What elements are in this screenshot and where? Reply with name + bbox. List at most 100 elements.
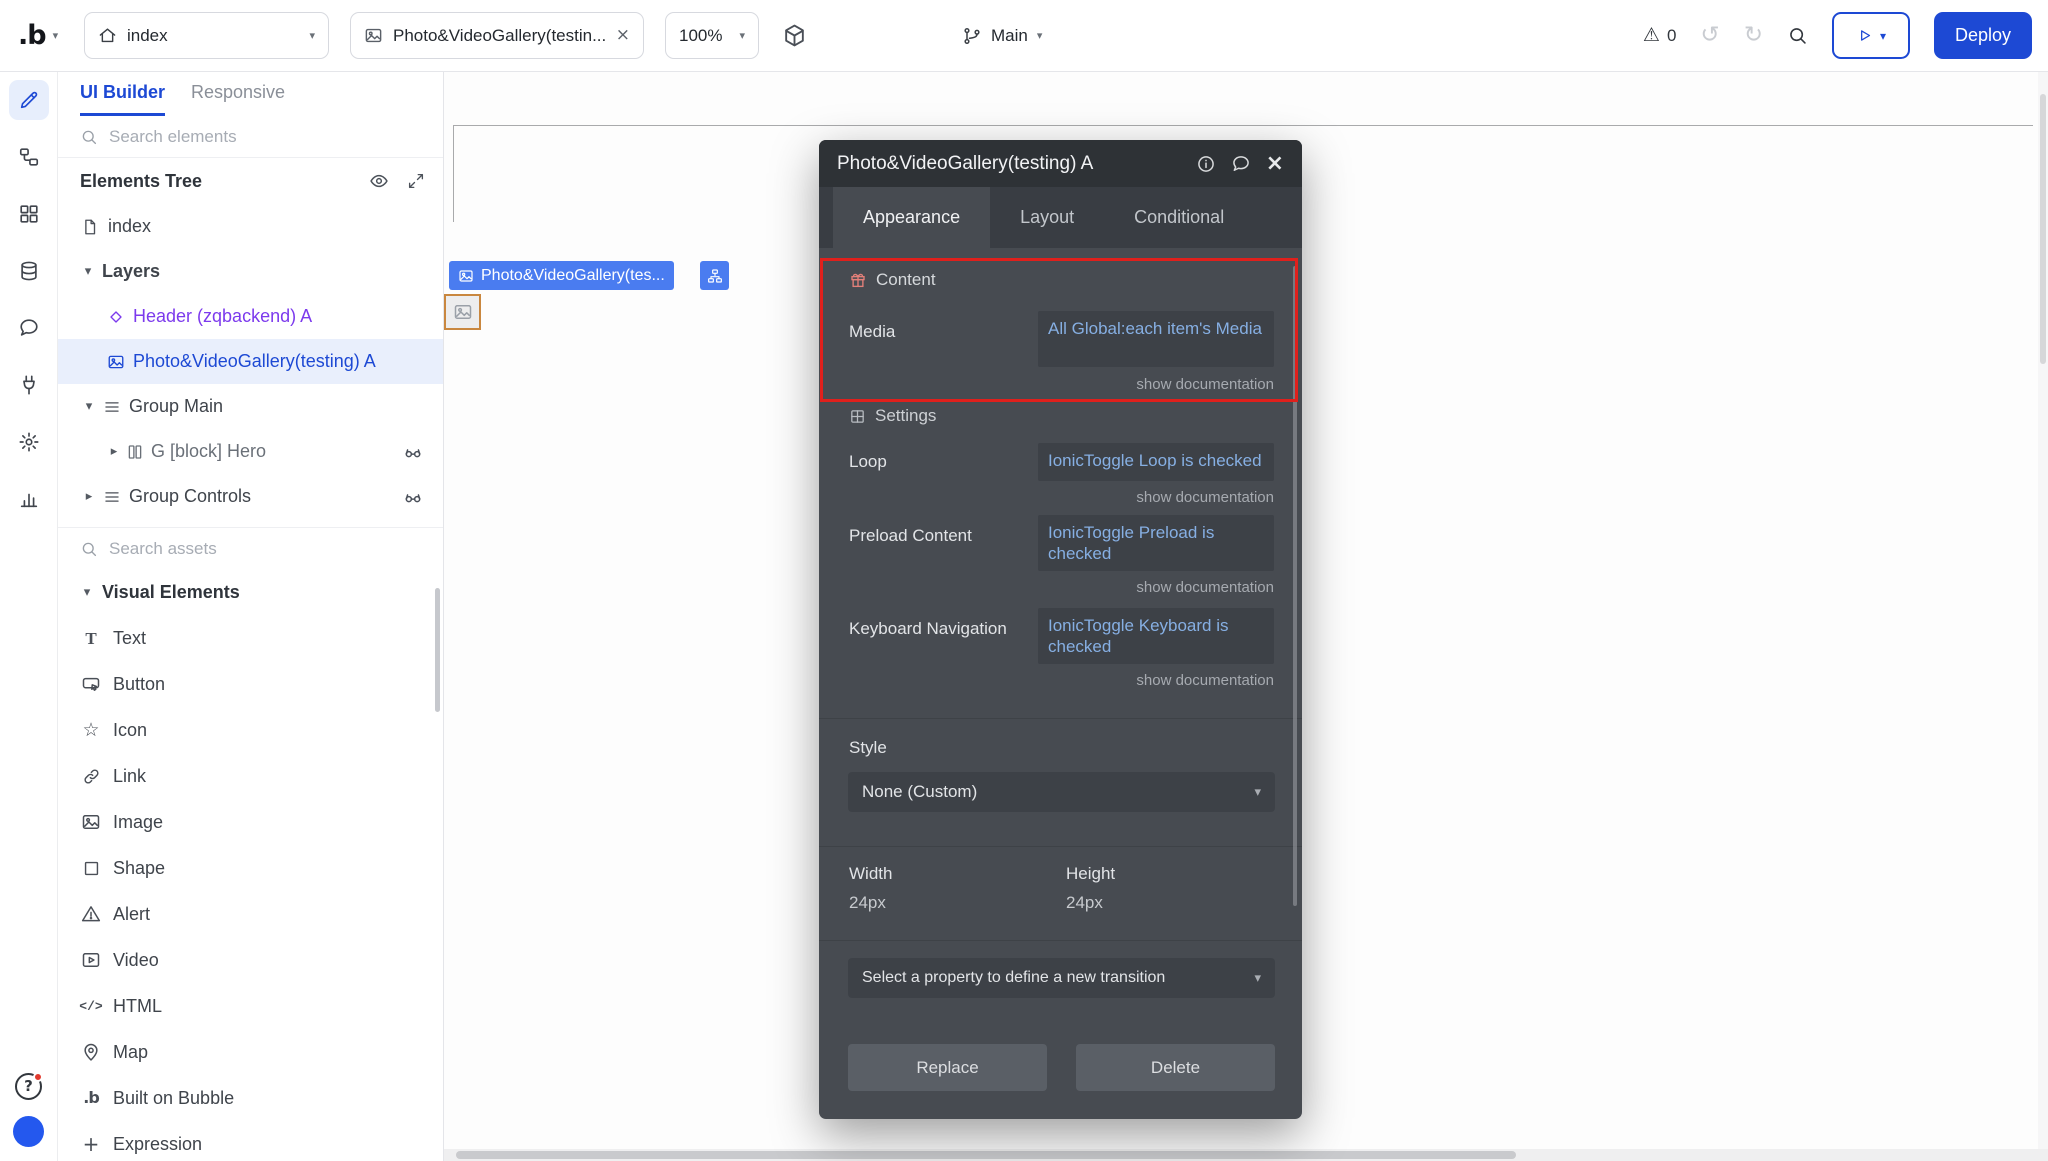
tree-item-layers[interactable]: ▾ Layers — [58, 249, 443, 294]
tree-item-header-reusable[interactable]: Header (zqbackend) A — [58, 294, 443, 339]
h-scroll-thumb[interactable] — [456, 1151, 1516, 1159]
loop-value-box[interactable]: IonicToggle Loop is checked — [1038, 443, 1274, 481]
element-tab[interactable]: Photo&VideoGallery(testin... × — [350, 12, 644, 59]
tree-item-index[interactable]: index — [58, 204, 443, 249]
bubble-logo-menu[interactable]: .b ▾ — [18, 0, 58, 71]
chevron-down-icon[interactable]: ▾ — [81, 265, 95, 278]
help-button[interactable]: ? — [15, 1073, 42, 1100]
element-item-built-on-bubble[interactable]: .b Built on Bubble — [58, 1075, 443, 1121]
tree-item-group-controls[interactable]: ▸ Group Controls — [58, 474, 443, 519]
branch-selector[interactable]: Main ▾ — [962, 0, 1042, 71]
sidebar-scrollbar[interactable] — [435, 588, 440, 712]
expand-icon[interactable] — [407, 172, 425, 190]
style-dropdown[interactable]: None (Custom) ▾ — [848, 772, 1275, 812]
chevron-right-icon[interactable]: ▸ — [82, 490, 96, 503]
canvas-vertical-scrollbar[interactable] — [2038, 72, 2048, 1149]
zoom-selector[interactable]: 100% ▾ — [665, 12, 759, 59]
delete-button[interactable]: Delete — [1076, 1044, 1275, 1091]
info-icon[interactable] — [1196, 154, 1216, 174]
panel-close-icon[interactable]: × — [1266, 153, 1284, 175]
visual-elements-header[interactable]: ▾ Visual Elements — [58, 570, 443, 615]
panel-scrollbar[interactable] — [1293, 266, 1297, 906]
link-icon — [80, 767, 102, 786]
panel-titlebar[interactable]: Photo&VideoGallery(testing) A × — [819, 140, 1302, 187]
replace-button[interactable]: Replace — [848, 1044, 1047, 1091]
selected-element-tag[interactable]: Photo&VideoGallery(tes... — [449, 261, 674, 290]
tree-item-gallery[interactable]: Photo&VideoGallery(testing) A — [58, 339, 443, 384]
chevron-down-icon: ▾ — [309, 30, 315, 41]
tab-ui-builder[interactable]: UI Builder — [80, 72, 165, 116]
issues-indicator[interactable]: ⚠ 0 — [1643, 26, 1677, 46]
element-item-text[interactable]: T Text — [58, 615, 443, 661]
preview-button[interactable]: ▾ — [1832, 12, 1910, 59]
comments-tab-button[interactable] — [9, 308, 49, 348]
element-item-html[interactable]: </> HTML — [58, 983, 443, 1029]
element-item-label: Expression — [113, 1134, 202, 1155]
element-item-map[interactable]: Map — [58, 1029, 443, 1075]
element-item-label: Video — [113, 950, 159, 971]
database-icon — [18, 260, 40, 282]
element-hierarchy-button[interactable] — [700, 261, 729, 290]
elements-tree-header: Elements Tree — [58, 158, 443, 204]
media-value-box[interactable]: All Global:each item's Media — [1038, 311, 1274, 367]
selected-element-thumbnail[interactable] — [444, 294, 481, 330]
transition-dropdown[interactable]: Select a property to define a new transi… — [848, 958, 1275, 998]
component-library-button[interactable] — [782, 0, 807, 71]
close-tab-icon[interactable]: × — [616, 27, 630, 44]
data-tab-button[interactable] — [9, 251, 49, 291]
element-item-expression[interactable]: + Expression — [58, 1121, 443, 1161]
tab-layout[interactable]: Layout — [990, 187, 1104, 248]
search-elements-row — [58, 116, 443, 158]
chevron-down-icon[interactable]: ▾ — [80, 586, 94, 599]
comment-icon[interactable] — [1231, 154, 1251, 174]
v-scroll-thumb[interactable] — [2040, 94, 2046, 364]
preload-show-documentation-link[interactable]: show documentation — [1136, 579, 1274, 596]
tree-item-hero[interactable]: ▸ G [block] Hero — [58, 429, 443, 474]
keyboard-show-documentation-link[interactable]: show documentation — [1136, 672, 1274, 689]
logs-tab-button[interactable] — [9, 479, 49, 519]
avatar[interactable] — [13, 1116, 44, 1147]
redo-icon[interactable]: ↻ — [1744, 24, 1763, 47]
design-tab-button[interactable] — [9, 80, 49, 120]
keyboard-value-box[interactable]: IonicToggle Keyboard is checked — [1038, 608, 1274, 664]
tab-conditional[interactable]: Conditional — [1104, 187, 1254, 248]
undo-icon[interactable]: ↺ — [1700, 24, 1719, 47]
hideable-glasses-icon[interactable] — [403, 487, 423, 507]
media-show-documentation-link[interactable]: show documentation — [1136, 376, 1274, 393]
chevron-down-icon[interactable]: ▾ — [82, 400, 96, 413]
settings-tab-button[interactable] — [9, 422, 49, 462]
chevron-right-icon[interactable]: ▸ — [107, 445, 121, 458]
element-item-alert[interactable]: Alert — [58, 891, 443, 937]
tree-item-group-main[interactable]: ▾ Group Main — [58, 384, 443, 429]
deploy-button[interactable]: Deploy — [1934, 12, 2032, 59]
hideable-glasses-icon[interactable] — [403, 442, 423, 462]
element-item-video[interactable]: Video — [58, 937, 443, 983]
eye-icon[interactable] — [369, 171, 389, 191]
plugins-tab-button[interactable] — [9, 365, 49, 405]
element-item-image[interactable]: Image — [58, 799, 443, 845]
tab-responsive[interactable]: Responsive — [191, 72, 285, 116]
element-item-label: HTML — [113, 996, 162, 1017]
keyboard-label: Keyboard Navigation — [849, 619, 1007, 639]
element-item-link[interactable]: Link — [58, 753, 443, 799]
search-button[interactable] — [1787, 25, 1808, 46]
tree-item-label: G [block] Hero — [151, 441, 266, 462]
left-rail: ? — [0, 72, 58, 1161]
loop-show-documentation-link[interactable]: show documentation — [1136, 489, 1274, 506]
preload-value-box[interactable]: IonicToggle Preload is checked — [1038, 515, 1274, 571]
page-selector[interactable]: index ▾ — [84, 12, 329, 59]
tab-appearance[interactable]: Appearance — [833, 187, 990, 248]
element-item-shape[interactable]: Shape — [58, 845, 443, 891]
canvas-horizontal-scrollbar[interactable] — [444, 1149, 2048, 1161]
workflow-tab-button[interactable] — [9, 137, 49, 177]
page-left-boundary — [453, 125, 454, 222]
search-assets-input[interactable] — [109, 539, 379, 559]
diamond-icon — [107, 308, 125, 326]
settings-grid-icon — [849, 408, 866, 425]
tree-item-label: Layers — [102, 261, 160, 282]
components-tab-button[interactable] — [9, 194, 49, 234]
search-elements-input[interactable] — [109, 127, 379, 147]
element-item-button[interactable]: Button — [58, 661, 443, 707]
element-item-icon[interactable]: ☆ Icon — [58, 707, 443, 753]
play-icon — [1856, 27, 1873, 44]
